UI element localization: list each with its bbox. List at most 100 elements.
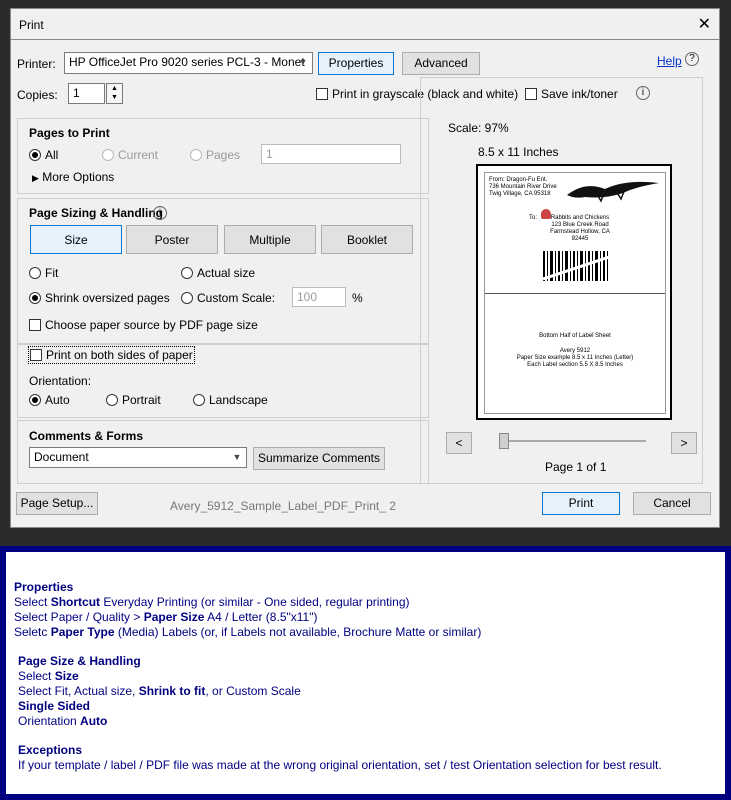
auto-radio[interactable]	[29, 394, 41, 406]
more-options-toggle[interactable]: ▶ More Options	[32, 170, 114, 184]
next-page-button[interactable]: >	[671, 432, 697, 454]
duplex-label: Print on both sides of paper	[46, 348, 193, 362]
portrait-label: Portrait	[122, 393, 161, 407]
pages-radio[interactable]	[190, 149, 202, 161]
custom-scale-input[interactable]: 100	[292, 287, 346, 307]
help-link[interactable]: Help	[657, 54, 682, 68]
print-button[interactable]: Print	[542, 492, 620, 515]
auto-label: Auto	[45, 393, 70, 407]
title-bar: Print ✕	[10, 8, 720, 40]
all-radio[interactable]	[29, 149, 41, 161]
instruction-line: If your template / label / PDF file was …	[18, 758, 662, 772]
paper-size-label: 8.5 x 11 Inches	[478, 145, 559, 159]
to-line-3: Farmstead Hollow, CA 92445	[550, 229, 610, 242]
tab-multiple[interactable]: Multiple	[224, 225, 316, 254]
bottom-label-text: Bottom Half of Label Sheet Avery 5912 Pa…	[485, 333, 665, 369]
comments-title: Comments & Forms	[29, 429, 144, 443]
custom-scale-option[interactable]: Custom Scale:	[181, 291, 275, 305]
page-size-heading: Page Size & Handling	[18, 654, 141, 668]
current-radio[interactable]	[102, 149, 114, 161]
comments-select[interactable]: Document ▼	[29, 447, 247, 468]
tab-poster[interactable]: Poster	[126, 225, 218, 254]
from-line-1: From: Dragon-Fu Ent.	[489, 177, 548, 183]
chevron-down-icon: ▼	[232, 452, 242, 462]
fit-option[interactable]: Fit	[29, 266, 58, 280]
properties-heading: Properties	[14, 580, 74, 594]
custom-scale-value: 100	[297, 290, 318, 304]
shrink-label: Shrink oversized pages	[45, 291, 170, 305]
fit-radio[interactable]	[29, 267, 41, 279]
from-line-3: Twig Village, CA 95318	[489, 191, 551, 197]
pages-range-value: 1	[266, 147, 273, 161]
landscape-radio[interactable]	[193, 394, 205, 406]
duplex-checkbox[interactable]	[30, 349, 42, 361]
instruction-line: Select Paper / Quality > Paper Size A4 /…	[14, 610, 318, 624]
orientation-portrait-option[interactable]: Portrait	[106, 393, 161, 407]
landscape-label: Landscape	[209, 393, 268, 407]
instruction-line: Seletc Paper Type (Media) Labels (or, if…	[14, 625, 482, 639]
from-line-2: 736 Mountain River Drive	[489, 184, 557, 190]
copies-input[interactable]: 1	[68, 83, 105, 104]
instruction-line: Select Shortcut Everyday Printing (or si…	[14, 595, 410, 609]
orientation-auto-option[interactable]: Auto	[29, 393, 70, 407]
document-name: Avery_5912_Sample_Label_PDF_Print_ 2	[170, 499, 396, 513]
print-dialog: Print ✕ Printer: HP OfficeJet Pro 9020 s…	[0, 0, 731, 536]
printer-label: Printer:	[17, 57, 56, 71]
actual-size-option[interactable]: Actual size	[181, 266, 255, 280]
pages-option[interactable]: Pages	[190, 148, 240, 162]
all-label: All	[45, 148, 59, 162]
page-slider-track[interactable]	[500, 440, 646, 442]
instruction-line: Select Fit, Actual size, Shrink to fit, …	[18, 684, 301, 698]
triangle-right-icon: ▶	[32, 173, 39, 183]
tab-booklet[interactable]: Booklet	[321, 225, 413, 254]
duplex-option[interactable]: Print on both sides of paper	[28, 346, 195, 364]
dragon-logo	[567, 181, 659, 203]
to-label: To:	[529, 215, 538, 221]
instruction-line: Orientation Auto	[18, 714, 108, 728]
more-options-label: More Options	[42, 170, 115, 184]
current-page-option[interactable]: Current	[102, 148, 158, 162]
page-setup-button[interactable]: Page Setup...	[16, 492, 98, 515]
grayscale-checkbox[interactable]	[316, 88, 328, 100]
properties-button[interactable]: Properties	[318, 52, 394, 75]
to-line-1: Rabbits and Chickens	[550, 215, 610, 221]
comments-value: Document	[34, 450, 89, 464]
page-slider-thumb[interactable]	[499, 433, 509, 449]
barcode-image	[543, 251, 609, 281]
printer-select[interactable]: HP OfficeJet Pro 9020 series PCL-3 - Mon…	[64, 52, 313, 74]
window-title: Print	[19, 18, 44, 32]
actual-size-label: Actual size	[197, 266, 256, 280]
copies-stepper[interactable]: ▲ ▼	[106, 83, 123, 104]
prev-page-button[interactable]: <	[446, 432, 472, 454]
copies-value: 1	[73, 86, 80, 100]
portrait-radio[interactable]	[106, 394, 118, 406]
shrink-radio[interactable]	[29, 292, 41, 304]
info-icon[interactable]: i	[153, 206, 167, 220]
close-icon[interactable]: ✕	[698, 14, 711, 34]
page-preview: From: Dragon-Fu Ent. 736 Mountain River …	[476, 164, 672, 420]
summarize-comments-button[interactable]: Summarize Comments	[253, 447, 385, 470]
scale-label: Scale: 97%	[448, 121, 509, 135]
custom-scale-radio[interactable]	[181, 292, 193, 304]
help-icon[interactable]: ?	[685, 52, 699, 66]
choose-source-option[interactable]: Choose paper source by PDF page size	[29, 318, 258, 332]
shrink-option[interactable]: Shrink oversized pages	[29, 291, 170, 305]
page-count: Page 1 of 1	[545, 460, 607, 474]
bottom-line-3: Paper Size example 8.5 x 11 Inches (Lett…	[516, 355, 634, 361]
instructions-text: Properties Select Shortcut Everyday Prin…	[6, 552, 725, 794]
tab-size[interactable]: Size	[30, 225, 122, 254]
chevron-down-icon: ▼	[298, 57, 308, 67]
advanced-button[interactable]: Advanced	[402, 52, 480, 75]
all-pages-option[interactable]: All	[29, 148, 58, 162]
cancel-button[interactable]: Cancel	[633, 492, 711, 515]
current-label: Current	[118, 148, 159, 162]
choose-source-checkbox[interactable]	[29, 319, 41, 331]
actual-size-radio[interactable]	[181, 267, 193, 279]
page-sizing-title: Page Sizing & Handling	[29, 206, 164, 220]
orientation-title: Orientation:	[29, 374, 92, 388]
orientation-landscape-option[interactable]: Landscape	[193, 393, 268, 407]
bottom-line-1: Bottom Half of Label Sheet	[539, 333, 611, 339]
single-sided-heading: Single Sided	[18, 699, 91, 713]
pages-range-input[interactable]: 1	[261, 144, 401, 164]
exceptions-heading: Exceptions	[18, 743, 83, 757]
